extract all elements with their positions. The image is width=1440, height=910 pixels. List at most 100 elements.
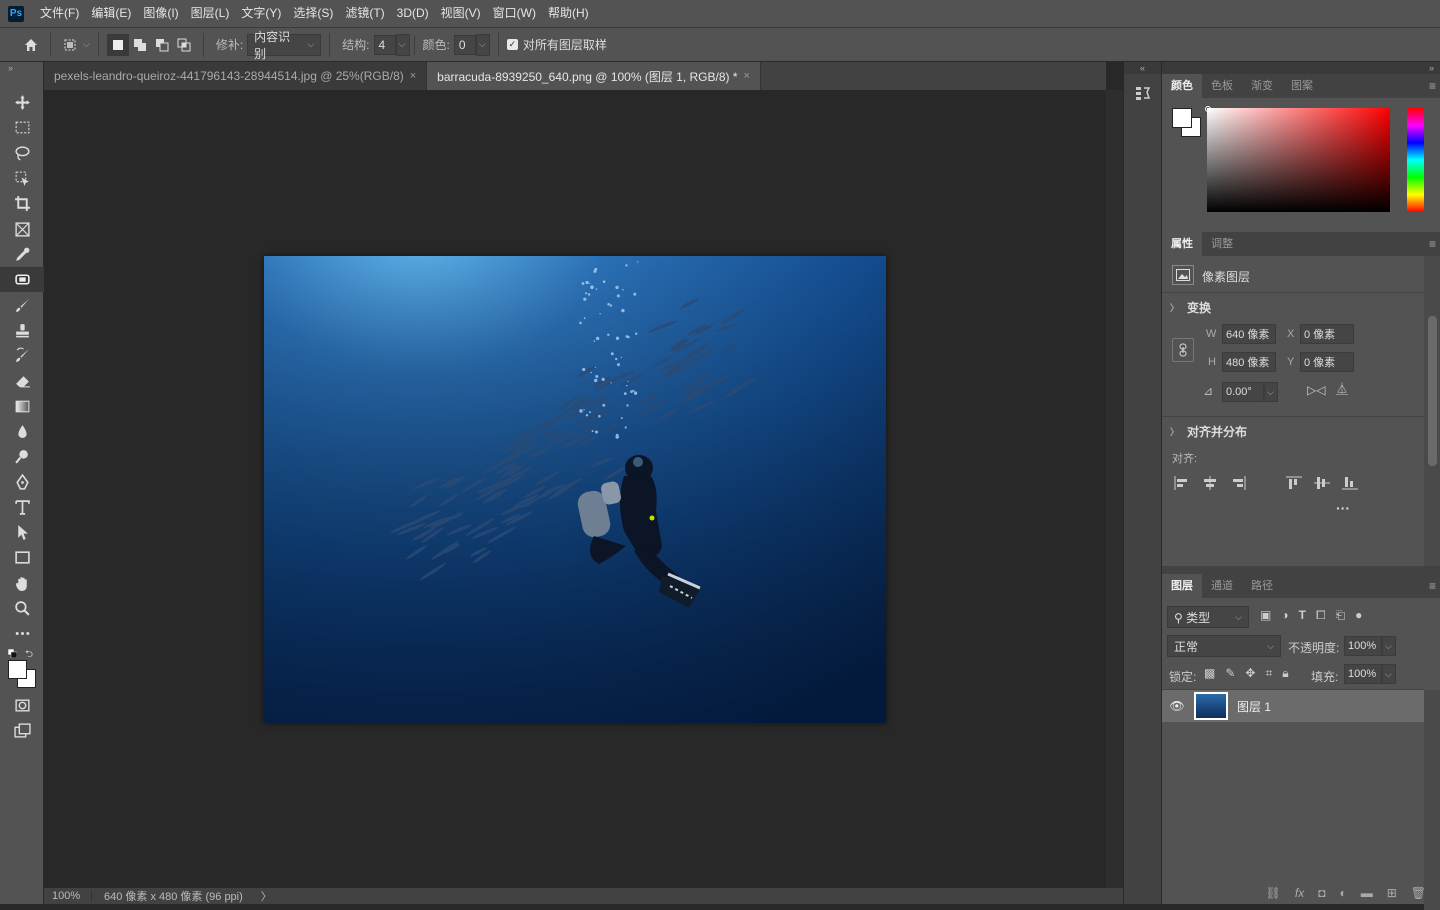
move-tool-icon[interactable] (0, 90, 44, 115)
blur-tool-icon[interactable] (0, 419, 44, 444)
object-selection-tool-icon[interactable] (0, 166, 44, 191)
delete-layer-icon[interactable]: 🗑︎ (1411, 886, 1426, 900)
new-layer-icon[interactable]: ⊞ (1387, 886, 1397, 900)
lasso-tool-icon[interactable] (0, 141, 44, 166)
tab-color[interactable]: 颜色 (1162, 74, 1202, 98)
preset-chevron-down-icon[interactable]: ⌵ (83, 39, 90, 50)
crop-tool-icon[interactable] (0, 191, 44, 216)
tab-gradients[interactable]: 渐变 (1242, 74, 1282, 98)
flip-horizontal-icon[interactable]: ▷◁ (1307, 383, 1325, 397)
align-right-icon[interactable] (1230, 476, 1246, 490)
menu-3d[interactable]: 3D(D) (391, 0, 435, 27)
link-dimensions-icon[interactable] (1172, 338, 1194, 362)
eraser-tool-icon[interactable] (0, 368, 44, 393)
align-middle-v-icon[interactable] (1314, 476, 1330, 490)
add-selection-icon[interactable] (129, 34, 151, 56)
new-selection-icon[interactable] (106, 33, 129, 56)
tab-patterns[interactable]: 图案 (1282, 74, 1322, 98)
history-brush-tool-icon[interactable] (0, 343, 44, 368)
quick-mask-icon[interactable] (0, 693, 44, 718)
opacity-dropdown[interactable]: ⌵ (1382, 636, 1396, 656)
sample-all-layers-checkbox[interactable]: ✓ (506, 39, 518, 50)
structure-input[interactable]: 4 (373, 34, 396, 55)
menu-help[interactable]: 帮助(H) (542, 0, 595, 27)
layers-scrollbar[interactable] (1424, 690, 1440, 910)
document-tab-2[interactable]: barracuda-8939250_640.png @ 100% (图层 1, … (427, 62, 761, 90)
lock-image-icon[interactable]: ✎ (1225, 666, 1235, 681)
brush-tool-icon[interactable] (0, 292, 44, 317)
filter-pixel-icon[interactable]: ▣ (1260, 608, 1271, 623)
fill-field[interactable]: 100% (1344, 664, 1382, 684)
hue-slider[interactable] (1407, 108, 1424, 212)
more-options-icon[interactable]: ··· (1336, 500, 1350, 516)
panel-menu-icon[interactable]: ≡ (1429, 79, 1436, 93)
y-field[interactable]: 0 像素 (1300, 352, 1354, 372)
close-tab-icon[interactable]: × (744, 70, 750, 82)
tab-swatches[interactable]: 色板 (1202, 74, 1242, 98)
more-tools-icon[interactable] (0, 621, 44, 646)
collapse-right-icon[interactable]: » (1162, 62, 1440, 74)
blend-mode-select[interactable]: 正常 ⌵ (1167, 635, 1281, 657)
color-dropdown[interactable]: ⌵ (475, 33, 490, 56)
menu-edit[interactable]: 编辑(E) (85, 0, 137, 27)
opacity-field[interactable]: 100% (1344, 636, 1382, 656)
tab-paths[interactable]: 路径 (1242, 574, 1282, 598)
screen-mode-icon[interactable] (0, 718, 44, 743)
properties-scrollbar[interactable] (1424, 256, 1440, 566)
menu-view[interactable]: 视图(V) (435, 0, 487, 27)
x-field[interactable]: 0 像素 (1300, 324, 1354, 344)
healing-brush-tool-icon[interactable] (0, 267, 44, 293)
menu-window[interactable]: 窗口(W) (487, 0, 542, 27)
filter-shape-icon[interactable]: ⧠ (1316, 608, 1326, 623)
zoom-level[interactable]: 100% (44, 890, 92, 902)
align-section-header[interactable]: 〉对齐并分布 (1162, 417, 1247, 445)
menu-file[interactable]: 文件(F) (34, 0, 85, 27)
rectangle-tool-icon[interactable] (0, 545, 44, 570)
panel-menu-icon[interactable]: ≡ (1429, 579, 1436, 593)
filter-type-icon[interactable]: T (1299, 608, 1306, 623)
toolbar-collapse-icon[interactable]: » (0, 62, 43, 74)
marquee-tool-icon[interactable] (0, 115, 44, 140)
default-colors-icon[interactable] (7, 647, 18, 658)
sample-all-layers-label[interactable]: 对所有图层取样 (523, 36, 607, 53)
clone-stamp-tool-icon[interactable] (0, 318, 44, 343)
status-menu-arrow-icon[interactable]: 〉 (261, 888, 272, 904)
angle-field[interactable]: 0.00° (1222, 382, 1264, 402)
layer-style-icon[interactable]: fx (1295, 886, 1304, 900)
intersect-selection-icon[interactable] (173, 34, 195, 56)
tab-adjustments[interactable]: 调整 (1202, 232, 1242, 256)
layer-name[interactable]: 图层 1 (1237, 698, 1271, 715)
zoom-tool-icon[interactable] (0, 596, 44, 621)
menu-type[interactable]: 文字(Y) (235, 0, 287, 27)
color-picker-handle[interactable] (1205, 106, 1211, 112)
home-icon[interactable] (20, 34, 42, 56)
document-canvas[interactable] (44, 90, 1106, 888)
visibility-eye-icon[interactable]: 👁︎ (1162, 699, 1192, 713)
flip-vertical-icon[interactable]: ⏅ (1336, 380, 1348, 397)
tab-properties[interactable]: 属性 (1162, 232, 1202, 256)
align-bottom-icon[interactable] (1342, 476, 1358, 490)
structure-dropdown[interactable]: ⌵ (395, 33, 410, 56)
eyedropper-tool-icon[interactable] (0, 242, 44, 267)
angle-dropdown[interactable]: ⌵ (1264, 382, 1278, 402)
color-input[interactable]: 0 (453, 34, 476, 55)
tab-layers[interactable]: 图层 (1162, 574, 1202, 598)
height-field[interactable]: 480 像素 (1222, 352, 1276, 372)
filter-toggle-icon[interactable]: ● (1355, 608, 1362, 623)
layer-filter-select[interactable]: ⚲ 类型 ⌵ (1167, 606, 1249, 628)
panel-menu-icon[interactable]: ≡ (1429, 237, 1436, 251)
history-panel-icon[interactable] (1124, 84, 1161, 102)
transform-section-header[interactable]: 〉变换 (1162, 293, 1211, 321)
gradient-tool-icon[interactable] (0, 394, 44, 419)
repair-mode-select[interactable]: 内容识别 ⌵ (247, 30, 322, 61)
add-mask-icon[interactable]: ◘ (1318, 886, 1325, 900)
patch-tool-preset-icon[interactable] (59, 34, 81, 56)
hand-tool-icon[interactable] (0, 571, 44, 596)
lock-position-icon[interactable]: ✥ (1245, 666, 1255, 681)
menu-image[interactable]: 图像(I) (137, 0, 184, 27)
width-field[interactable]: 640 像素 (1222, 324, 1276, 344)
lock-all-icon[interactable]: 🔒︎ (1282, 666, 1288, 681)
tab-channels[interactable]: 通道 (1202, 574, 1242, 598)
new-adjustment-icon[interactable]: ◐ (1339, 886, 1346, 900)
color-field[interactable] (1207, 108, 1390, 212)
